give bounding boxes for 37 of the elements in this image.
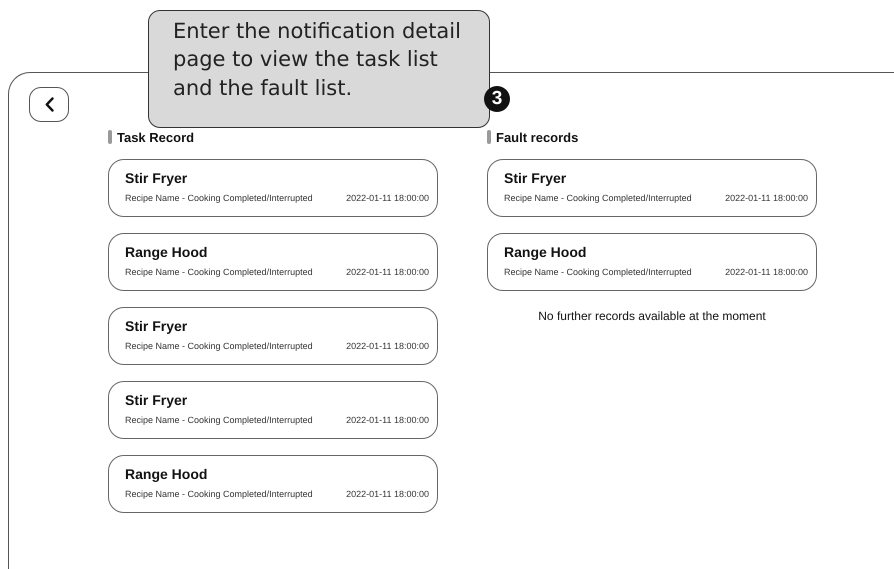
record-time: 2022-01-11 18:00:00 [346,415,429,425]
record-card[interactable]: Range Hood Recipe Name - Cooking Completed/Interrupted 2022-01-11 18:00:00 [108,233,438,291]
record-card[interactable]: Range Hood Recipe Name - Cooking Completed/Interrupted 2022-01-11 18:00:00 [108,455,438,513]
record-title: Stir Fryer [125,392,188,408]
callout-text: Enter the notification detail page to view the task list and the fault list. [148,10,490,128]
record-time: 2022-01-11 18:00:00 [346,193,429,203]
record-description: Recipe Name - Cooking Completed/Interrupted [125,341,313,351]
section-title: Fault records [496,130,578,144]
record-description: Recipe Name - Cooking Completed/Interrupted [125,193,313,203]
record-title: Stir Fryer [125,318,188,334]
record-title: Range Hood [504,244,588,260]
record-card[interactable]: Stir Fryer Recipe Name - Cooking Completed/Interrupted 2022-01-11 18:00:00 [108,307,438,365]
record-time: 2022-01-11 18:00:00 [725,193,808,203]
record-description: Recipe Name - Cooking Completed/Interrupted [504,193,692,203]
empty-message: No further records available at the moment [537,309,767,323]
record-time: 2022-01-11 18:00:00 [346,341,429,351]
back-button[interactable] [29,87,69,122]
record-title: Range Hood [125,244,208,260]
record-title: Range Hood [125,466,208,482]
record-description: Recipe Name - Cooking Completed/Interrupted [504,267,692,277]
section-title: Task Record [117,130,194,144]
record-time: 2022-01-11 18:00:00 [725,267,808,277]
record-description: Recipe Name - Cooking Completed/Interrupted [125,415,313,425]
step-badge: 3 [484,86,510,112]
section-marker [487,130,491,144]
section-marker [108,130,112,144]
record-description: Recipe Name - Cooking Completed/Interrupted [125,267,313,277]
record-card[interactable]: Stir Fryer Recipe Name - Cooking Completed/Interrupted 2022-01-11 18:00:00 [487,159,817,217]
record-card[interactable]: Stir Fryer Recipe Name - Cooking Completed/Interrupted 2022-01-11 18:00:00 [108,381,438,439]
record-card[interactable]: Stir Fryer Recipe Name - Cooking Completed/Interrupted 2022-01-11 18:00:00 [108,159,438,217]
record-time: 2022-01-11 18:00:00 [346,489,429,499]
record-description: Recipe Name - Cooking Completed/Interrupted [125,489,313,499]
back-icon [44,97,54,112]
record-title: Stir Fryer [125,170,188,186]
record-time: 2022-01-11 18:00:00 [346,267,429,277]
record-title: Stir Fryer [504,170,568,186]
record-card[interactable]: Range Hood Recipe Name - Cooking Completed/Interrupted 2022-01-11 18:00:00 [487,233,817,291]
